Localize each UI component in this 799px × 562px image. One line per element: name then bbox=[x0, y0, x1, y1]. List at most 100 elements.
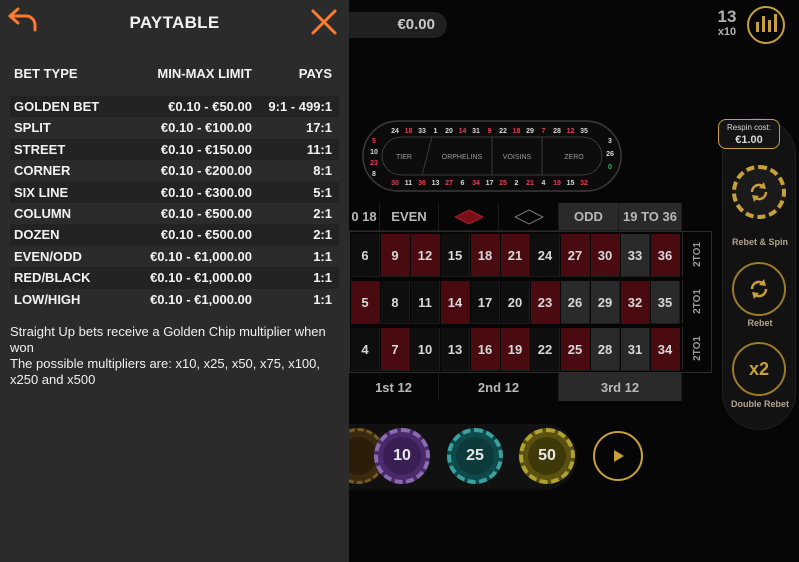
racetrack-number[interactable]: 13 bbox=[432, 180, 440, 187]
racetrack-number[interactable]: 9 bbox=[488, 128, 492, 135]
rebet-spin-button[interactable] bbox=[732, 165, 786, 219]
number-cell[interactable]: 12 bbox=[411, 234, 440, 277]
racetrack-number[interactable]: 7 bbox=[542, 128, 546, 135]
racetrack-number[interactable]: 30 bbox=[391, 180, 399, 187]
racetrack-section-label[interactable]: ZERO bbox=[564, 154, 584, 161]
number-cell[interactable]: 19 bbox=[501, 328, 530, 371]
racetrack-number[interactable]: 2 bbox=[515, 180, 519, 187]
number-cell[interactable]: 35 bbox=[651, 281, 680, 324]
racetrack-number[interactable]: 6 bbox=[461, 180, 465, 187]
racetrack-number[interactable]: 26 bbox=[606, 151, 614, 158]
number-cell[interactable]: 31 bbox=[621, 328, 650, 371]
racetrack-section-label[interactable]: ORPHELINS bbox=[442, 154, 483, 161]
racetrack-number[interactable]: 33 bbox=[418, 128, 426, 135]
chip-50[interactable]: 50 bbox=[519, 428, 575, 484]
number-cell[interactable]: 18 bbox=[471, 234, 500, 277]
column-bet-bottom[interactable]: 2TO1 bbox=[682, 327, 712, 370]
number-cell[interactable]: 34 bbox=[651, 328, 680, 371]
bet-type-cell: STREET bbox=[14, 141, 66, 157]
racetrack-number[interactable]: 12 bbox=[567, 128, 575, 135]
number-cell[interactable]: 30 bbox=[591, 234, 620, 277]
racetrack-number[interactable]: 15 bbox=[567, 180, 575, 187]
number-cell[interactable]: 26 bbox=[561, 281, 590, 324]
racetrack-number[interactable]: 28 bbox=[553, 128, 561, 135]
number-cell[interactable]: 11 bbox=[411, 281, 440, 324]
red-bet-area[interactable] bbox=[439, 203, 499, 231]
number-cell[interactable]: 14 bbox=[441, 281, 470, 324]
double-rebet-button[interactable]: x2 bbox=[732, 342, 786, 396]
number-cell[interactable]: 29 bbox=[591, 281, 620, 324]
racetrack-number[interactable]: 3 bbox=[608, 138, 612, 145]
racetrack-number[interactable]: 1 bbox=[434, 128, 438, 135]
racetrack-number[interactable]: 19 bbox=[553, 180, 561, 187]
number-cell[interactable]: 17 bbox=[471, 281, 500, 324]
number-cell[interactable]: 16 bbox=[471, 328, 500, 371]
racetrack-number[interactable]: 20 bbox=[445, 128, 453, 135]
racetrack-number[interactable]: 25 bbox=[499, 180, 507, 187]
number-cell[interactable]: 15 bbox=[441, 234, 470, 277]
racetrack-number[interactable]: 10 bbox=[370, 149, 378, 156]
racetrack-number[interactable]: 23 bbox=[370, 160, 378, 167]
number-cell[interactable]: 24 bbox=[531, 234, 560, 277]
racetrack-number[interactable]: 22 bbox=[499, 128, 507, 135]
number-cell[interactable]: 36 bbox=[651, 234, 680, 277]
chip-10[interactable]: 10 bbox=[374, 428, 430, 484]
racetrack-number[interactable]: 31 bbox=[472, 128, 480, 135]
racetrack[interactable]: TIER ORPHELINS VOISINS ZERO 24 18 33 1 20 14 31 9 2… bbox=[362, 120, 622, 192]
dozen-2-bet[interactable]: 2nd 12 bbox=[439, 373, 559, 401]
racetrack-number[interactable]: 17 bbox=[486, 180, 494, 187]
racetrack-number[interactable]: 18 bbox=[405, 128, 413, 135]
racetrack-number[interactable]: 27 bbox=[445, 180, 453, 187]
racetrack-number[interactable]: 29 bbox=[526, 128, 534, 135]
number-cell[interactable]: 22 bbox=[531, 328, 560, 371]
racetrack-number[interactable]: 8 bbox=[372, 171, 376, 178]
number-cell[interactable]: 25 bbox=[561, 328, 590, 371]
column-bet-top[interactable]: 2TO1 bbox=[682, 233, 712, 276]
racetrack-section-label[interactable]: VOISINS bbox=[503, 154, 532, 161]
number-cell[interactable]: 4 bbox=[351, 328, 380, 371]
dozen-1-bet[interactable]: 1st 12 bbox=[349, 373, 439, 401]
racetrack-number[interactable]: 18 bbox=[513, 128, 521, 135]
play-button[interactable] bbox=[593, 431, 643, 481]
racetrack-number[interactable]: 32 bbox=[580, 180, 588, 187]
betting-table[interactable]: 0 18 EVEN ODD 19 TO 36 6 9 12 15 18 21 24 27 30 3… bbox=[349, 203, 712, 401]
number-cell[interactable]: 21 bbox=[501, 234, 530, 277]
rebet-button[interactable] bbox=[732, 262, 786, 316]
number-cell[interactable]: 5 bbox=[351, 281, 380, 324]
stats-bar-icon bbox=[773, 14, 777, 32]
statistics-button[interactable] bbox=[747, 6, 785, 44]
racetrack-number[interactable]: 5 bbox=[372, 138, 376, 145]
number-cell[interactable]: 33 bbox=[621, 234, 650, 277]
number-cell[interactable]: 27 bbox=[561, 234, 590, 277]
black-bet-area[interactable] bbox=[499, 203, 559, 231]
racetrack-number[interactable]: 4 bbox=[542, 180, 546, 187]
close-button[interactable] bbox=[309, 7, 339, 37]
racetrack-number[interactable]: 11 bbox=[405, 180, 413, 187]
even-bet-area[interactable]: EVEN bbox=[380, 203, 439, 231]
number-cell[interactable]: 8 bbox=[381, 281, 410, 324]
number-cell[interactable]: 32 bbox=[621, 281, 650, 324]
racetrack-number[interactable]: 35 bbox=[580, 128, 588, 135]
number-cell[interactable]: 28 bbox=[591, 328, 620, 371]
number-cell[interactable]: 9 bbox=[381, 234, 410, 277]
number-cell[interactable]: 10 bbox=[411, 328, 440, 371]
racetrack-number[interactable]: 36 bbox=[418, 180, 426, 187]
low-bet-area[interactable]: 0 18 bbox=[349, 203, 380, 231]
dozen-3-bet[interactable]: 3rd 12 bbox=[559, 373, 682, 401]
number-cell[interactable]: 20 bbox=[501, 281, 530, 324]
racetrack-section-label[interactable]: TIER bbox=[396, 154, 412, 161]
number-cell[interactable]: 6 bbox=[351, 234, 380, 277]
high-bet-area[interactable]: 19 TO 36 bbox=[619, 203, 682, 231]
racetrack-number[interactable]: 0 bbox=[608, 164, 612, 171]
chip-25[interactable]: 25 bbox=[447, 428, 503, 484]
number-cell[interactable]: 23 bbox=[531, 281, 560, 324]
odd-bet-area[interactable]: ODD bbox=[559, 203, 619, 231]
racetrack-number[interactable]: 34 bbox=[472, 180, 480, 187]
column-bet-middle[interactable]: 2TO1 bbox=[682, 280, 712, 323]
number-cell[interactable]: 13 bbox=[441, 328, 470, 371]
number-cell[interactable]: 7 bbox=[381, 328, 410, 371]
bet-type-cell: SIX LINE bbox=[14, 184, 69, 200]
racetrack-number[interactable]: 14 bbox=[459, 128, 467, 135]
racetrack-number[interactable]: 24 bbox=[391, 128, 399, 135]
racetrack-number[interactable]: 21 bbox=[526, 180, 534, 187]
